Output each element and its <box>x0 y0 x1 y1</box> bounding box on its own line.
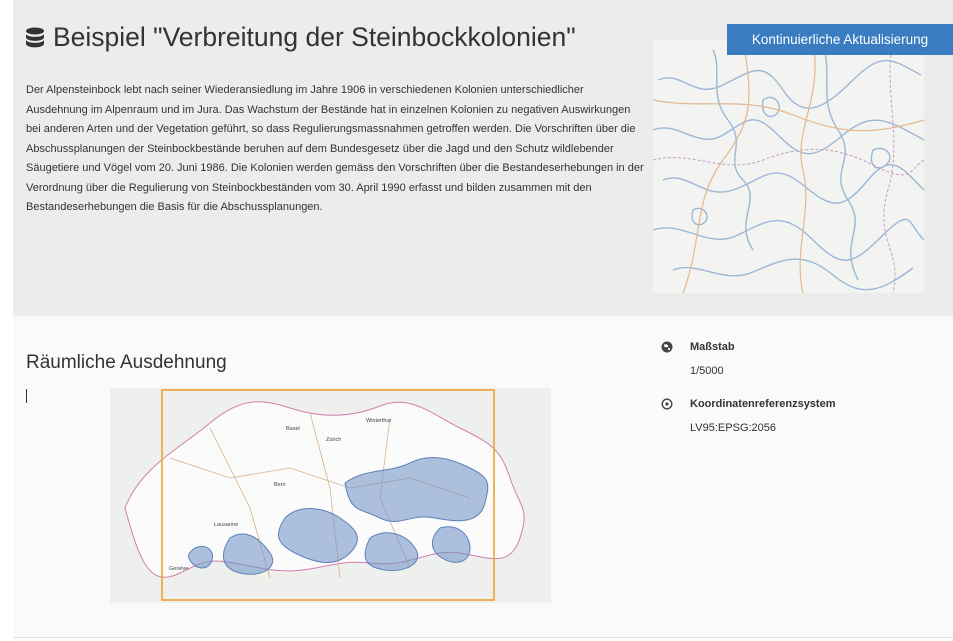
city-label-basel: Basel <box>286 426 300 432</box>
page-title: Beispiel "Verbreitung der Steinbockkolon… <box>25 22 576 53</box>
globe-icon <box>661 341 673 353</box>
spatial-extent-map: Basel Winterthur Zürich Bern Lausanne Ge… <box>110 388 551 603</box>
metadata-label: Maßstab <box>690 341 735 353</box>
spatial-extent-title: Räumliche Ausdehnung <box>26 352 227 373</box>
dataset-header: Beispiel "Verbreitung der Steinbockkolon… <box>13 0 953 316</box>
update-status-badge: Kontinuierliche Aktualisierung <box>727 24 953 55</box>
map-thumbnail <box>652 39 925 294</box>
database-icon <box>26 27 44 47</box>
metadata-value: 1/5000 <box>690 365 724 377</box>
city-label-zurich: Zürich <box>326 437 341 443</box>
page-title-text: Beispiel "Verbreitung der Steinbockkolon… <box>53 22 576 52</box>
city-label-lausanne: Lausanne <box>214 522 238 528</box>
metadata-value: LV95:EPSG:2056 <box>690 422 777 434</box>
dataset-description: Der Alpensteinbock lebt nach seiner Wied… <box>26 84 644 213</box>
city-label-geneve: Genève <box>169 566 188 572</box>
section-divider <box>13 637 953 638</box>
metadata-label: Koordinatenreferenzsystem <box>690 398 836 410</box>
city-label-winterthur: Winterthur <box>366 418 392 424</box>
target-icon <box>661 398 673 410</box>
text-cursor <box>26 389 27 403</box>
spatial-extent-section: Räumliche Ausdehnung Basel Winterthur Zü… <box>13 316 953 641</box>
city-label-bern: Bern <box>274 482 286 488</box>
